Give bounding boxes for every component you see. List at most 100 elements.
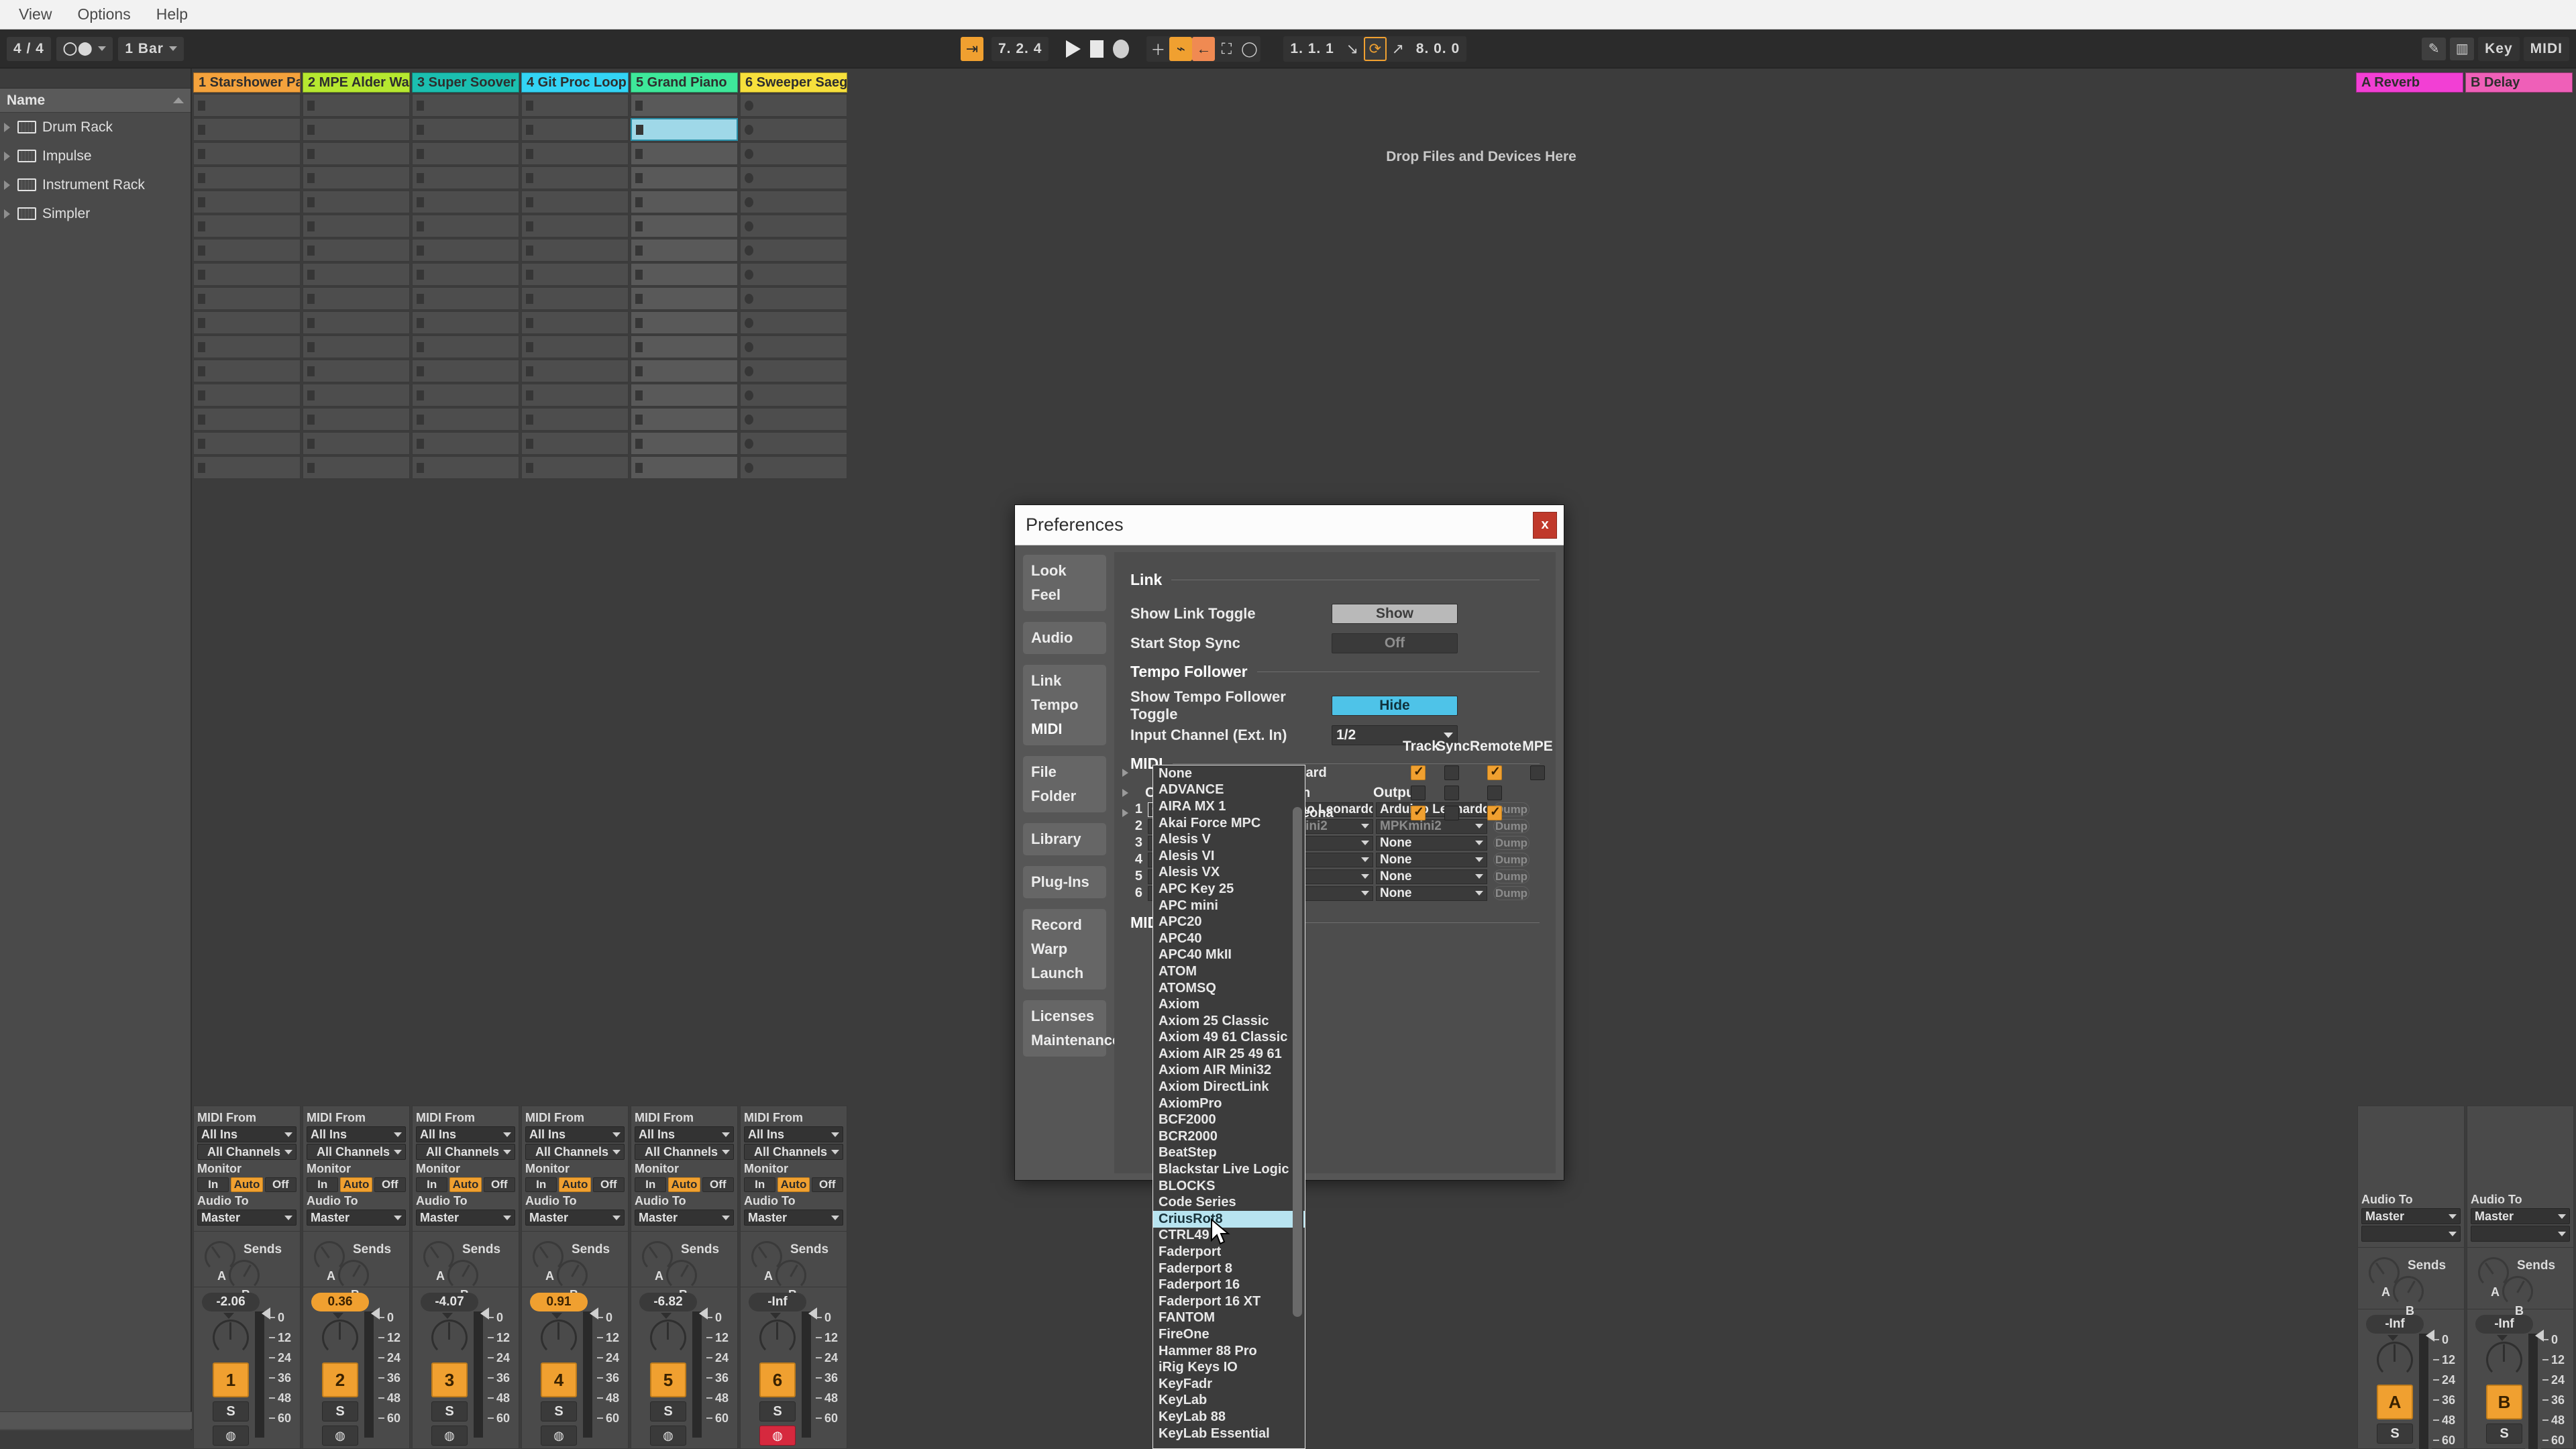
clip-slot[interactable] <box>740 311 847 334</box>
pan-knob[interactable] <box>2486 1342 2522 1378</box>
arm-button[interactable]: ◍ <box>213 1426 249 1446</box>
stop-clip-icon[interactable] <box>417 414 424 425</box>
monitor-off-button[interactable]: Off <box>811 1177 843 1192</box>
chevron-down-icon[interactable] <box>168 46 177 51</box>
clip-slot[interactable] <box>740 191 847 213</box>
midi-keyboard-icon[interactable]: ▥ <box>2450 37 2475 60</box>
stop-clip-icon[interactable] <box>198 269 205 280</box>
monitor-auto-button[interactable]: Auto <box>668 1177 700 1192</box>
dump-button[interactable]: Dump <box>1493 886 1529 900</box>
clip-slot[interactable] <box>521 408 629 431</box>
stop-clip-icon[interactable] <box>417 245 424 256</box>
monitor-off-button[interactable]: Off <box>592 1177 625 1192</box>
drop-files-area[interactable]: Drop Files and Devices Here <box>931 95 2031 236</box>
stop-clip-icon[interactable] <box>745 197 753 207</box>
dropdown-option-31[interactable]: Faderport 16 <box>1153 1277 1305 1293</box>
sync-checkbox[interactable] <box>1444 765 1459 780</box>
arm-button[interactable]: ◍ <box>322 1426 358 1446</box>
clip-slot[interactable] <box>521 215 629 237</box>
clip-slot[interactable] <box>740 456 847 479</box>
arm-button[interactable]: ◍ <box>541 1426 577 1446</box>
clip-slot[interactable] <box>521 311 629 334</box>
track-header-2[interactable]: 2 MPE Alder Wald <box>303 72 410 93</box>
stop-clip-icon[interactable] <box>635 366 643 376</box>
start-stop-sync-button[interactable]: Off <box>1332 633 1458 653</box>
stop-clip-icon[interactable] <box>307 462 315 473</box>
dropdown-option-2[interactable]: AIRA MX 1 <box>1153 798 1305 815</box>
dropdown-option-39[interactable]: KeyLab 88 <box>1153 1409 1305 1426</box>
monitor-in-button[interactable]: In <box>416 1177 448 1192</box>
clip-slot[interactable] <box>303 335 410 358</box>
stop-clip-icon[interactable] <box>307 414 315 425</box>
stop-clip-icon[interactable] <box>526 438 533 449</box>
clip-slot[interactable] <box>740 118 847 141</box>
clip-slot[interactable] <box>412 432 519 455</box>
solo-button[interactable]: S <box>650 1401 686 1421</box>
sync-checkbox[interactable] <box>1444 806 1459 820</box>
return-track-header-1[interactable]: B Delay <box>2465 72 2573 93</box>
expand-arrow-icon[interactable] <box>1122 789 1128 797</box>
stop-clip-icon[interactable] <box>417 438 424 449</box>
midi-map-button[interactable]: MIDI <box>2523 36 2569 61</box>
arm-button[interactable]: ◍ <box>650 1426 686 1446</box>
send-b-knob[interactable]: B <box>666 1260 697 1301</box>
monitor-off-button[interactable]: Off <box>264 1177 297 1192</box>
stop-clip-icon[interactable] <box>635 148 643 159</box>
audio-to-select[interactable]: Master <box>635 1210 734 1226</box>
dropdown-option-3[interactable]: Akai Force MPC <box>1153 815 1305 832</box>
volume-value[interactable]: -4.07 <box>421 1293 478 1311</box>
clip-slot[interactable] <box>631 311 738 334</box>
clip-slot[interactable] <box>631 118 738 141</box>
browser-item-2[interactable]: Instrument Rack <box>0 170 191 199</box>
solo-button[interactable]: S <box>541 1401 577 1421</box>
midi-channel-select[interactable]: All Channels <box>197 1144 297 1160</box>
solo-button[interactable]: S <box>431 1401 468 1421</box>
expand-arrow-icon[interactable] <box>4 180 10 190</box>
stop-clip-icon[interactable] <box>417 197 424 207</box>
clip-slot[interactable] <box>412 360 519 382</box>
track-checkbox[interactable] <box>1411 804 1426 820</box>
track-checkbox[interactable] <box>1411 786 1426 800</box>
stop-clip-icon[interactable] <box>198 197 205 207</box>
clip-slot[interactable] <box>303 311 410 334</box>
volume-value[interactable]: 0.36 <box>311 1293 369 1311</box>
send-b-knob[interactable]: B <box>447 1260 478 1301</box>
volume-value[interactable]: -Inf <box>2366 1315 2424 1334</box>
key-map-button[interactable]: Key <box>2478 36 2520 61</box>
stop-clip-icon[interactable] <box>307 390 315 400</box>
dropdown-option-25[interactable]: BLOCKS <box>1153 1178 1305 1195</box>
stop-clip-icon[interactable] <box>526 197 533 207</box>
stop-clip-icon[interactable] <box>635 197 643 207</box>
stop-clip-icon[interactable] <box>198 317 205 328</box>
clip-slot[interactable] <box>412 142 519 165</box>
clip-slot[interactable] <box>631 432 738 455</box>
audio-to-select[interactable]: Master <box>307 1210 406 1226</box>
stop-clip-icon[interactable] <box>198 148 205 159</box>
dropdown-option-40[interactable]: KeyLab Essential <box>1153 1426 1305 1442</box>
dump-button[interactable]: Dump <box>1493 869 1529 883</box>
stop-clip-icon[interactable] <box>307 269 315 280</box>
monitor-auto-button[interactable]: Auto <box>777 1177 810 1192</box>
stop-clip-icon[interactable] <box>417 172 424 183</box>
clip-slot[interactable] <box>303 263 410 286</box>
expand-arrow-icon[interactable] <box>1122 769 1128 777</box>
dropdown-option-23[interactable]: BeatStep <box>1153 1145 1305 1162</box>
stop-clip-icon[interactable] <box>745 317 753 328</box>
clip-slot[interactable] <box>631 384 738 407</box>
midi-channel-select[interactable]: All Channels <box>525 1144 625 1160</box>
follow-icon[interactable]: ⛶ <box>1215 37 1238 61</box>
track-activator-button[interactable]: 2 <box>322 1362 358 1397</box>
pan-knob[interactable] <box>541 1320 577 1356</box>
metronome-control[interactable]: ◯⬤ <box>56 36 113 61</box>
stop-clip-icon[interactable] <box>417 148 424 159</box>
output-select[interactable]: None <box>1376 835 1487 851</box>
stop-clip-icon[interactable] <box>635 414 643 425</box>
track-activator-button[interactable]: 5 <box>650 1362 686 1397</box>
preferences-nav-launch[interactable]: Launch <box>1023 961 1106 985</box>
remote-checkbox[interactable] <box>1487 786 1502 800</box>
stop-clip-icon[interactable] <box>526 341 533 352</box>
midi-channel-select[interactable]: All Channels <box>635 1144 734 1160</box>
dropdown-option-22[interactable]: BCR2000 <box>1153 1128 1305 1145</box>
preferences-nav-file[interactable]: File <box>1023 760 1106 784</box>
stop-clip-icon[interactable] <box>745 414 753 425</box>
